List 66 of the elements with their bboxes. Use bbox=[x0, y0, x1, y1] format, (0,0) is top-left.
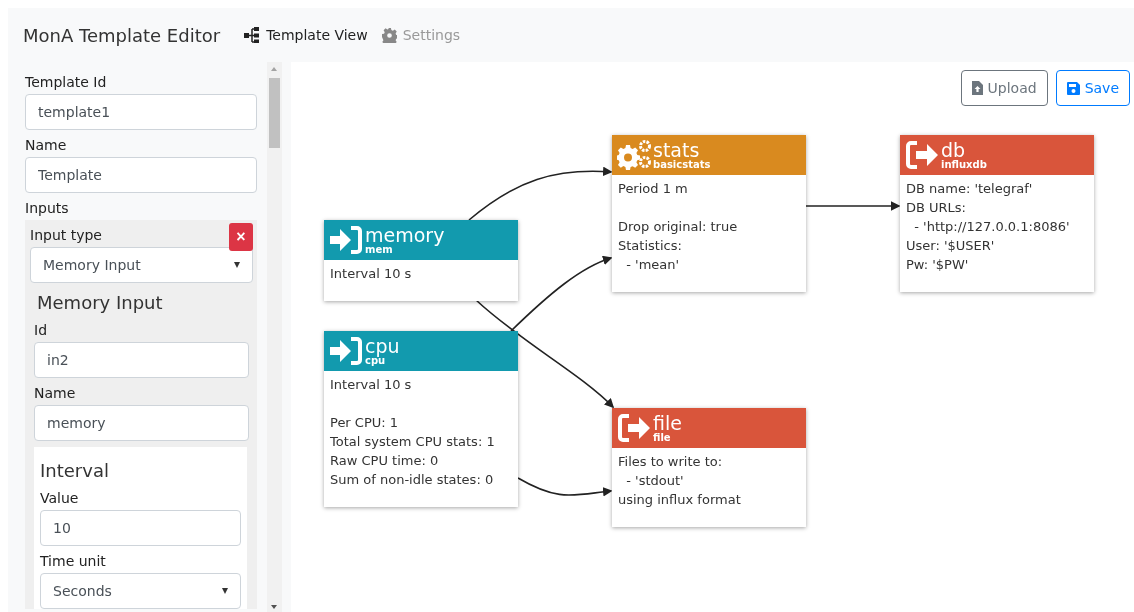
node-type: basicstats bbox=[653, 159, 711, 170]
input-field[interactable]: in2 bbox=[34, 342, 249, 378]
node-property: using influx format bbox=[618, 491, 742, 509]
dropdown-caret-icon bbox=[222, 588, 228, 594]
section-heading: Interval bbox=[40, 459, 110, 483]
node-property: Pw: '$PW' bbox=[906, 256, 970, 274]
app-title: MonA Template Editor bbox=[23, 24, 221, 46]
field-label: Id bbox=[34, 321, 47, 340]
node-property: Interval 10 s bbox=[330, 265, 413, 283]
field-label: Time unit bbox=[40, 552, 106, 571]
node-property: Interval 10 s bbox=[330, 376, 413, 394]
section-heading: Memory Input bbox=[37, 291, 164, 315]
field-label: Value bbox=[40, 489, 79, 508]
flow-node[interactable]: file file Files to write to: - 'stdout' using influx format bbox=[612, 408, 806, 527]
sign-in-icon bbox=[329, 225, 363, 255]
input-field[interactable]: 10 bbox=[40, 510, 241, 546]
node-type: file bbox=[653, 432, 672, 443]
settings-icon bbox=[381, 27, 397, 43]
node-property: DB URLs: bbox=[906, 199, 967, 217]
input-field[interactable]: template1 bbox=[25, 94, 257, 130]
node-title: db bbox=[941, 140, 966, 160]
node-type: influxdb bbox=[941, 159, 987, 170]
node-title: file bbox=[653, 413, 682, 433]
remove-button[interactable]: × bbox=[229, 223, 253, 251]
node-property: Raw CPU time: 0 bbox=[330, 452, 440, 470]
select-field[interactable]: Seconds bbox=[40, 573, 241, 609]
node-property: - 'mean' bbox=[625, 256, 681, 274]
node-title: memory bbox=[365, 225, 445, 245]
nav-link[interactable]: Template View bbox=[244, 27, 368, 43]
node-property: Statistics: bbox=[618, 237, 683, 255]
sign-out-icon bbox=[617, 413, 651, 443]
node-property: - 'stdout' bbox=[625, 472, 685, 490]
upload-button[interactable]: Upload bbox=[960, 70, 1048, 106]
node-property: DB name: 'telegraf' bbox=[906, 180, 1034, 198]
node-type: mem bbox=[365, 244, 393, 255]
flow-node[interactable]: db influxdb DB name: 'telegraf' DB URLs: - 'http://127.0.0.1:8086' User: '$USER' Pw: '$PW' bbox=[900, 135, 1094, 292]
sign-out-icon bbox=[905, 140, 939, 170]
node-type: cpu bbox=[365, 355, 386, 366]
node-property: Sum of non-idle states: 0 bbox=[330, 471, 495, 489]
section-label: Inputs bbox=[25, 199, 69, 218]
node-property: User: '$USER' bbox=[906, 237, 996, 255]
input-field[interactable]: Template bbox=[25, 157, 257, 193]
gears-icon bbox=[617, 140, 651, 170]
node-property: Total system CPU stats: 1 bbox=[330, 433, 496, 451]
node-title: cpu bbox=[365, 336, 400, 356]
node-property: - 'http://127.0.0.1:8086' bbox=[913, 218, 1071, 236]
node-property: Files to write to: bbox=[618, 453, 724, 471]
flow-node[interactable]: memory mem Interval 10 s bbox=[324, 220, 518, 301]
flow-node[interactable]: cpu cpu Interval 10 s Per CPU: 1 Total system CPU stats: 1 Raw CPU time: 0 Sum of non-idle states: 0 bbox=[324, 331, 518, 507]
field-label: Name bbox=[25, 136, 67, 155]
dropdown-caret-icon bbox=[234, 262, 240, 268]
input-field[interactable]: memory bbox=[34, 405, 249, 441]
node-title: stats bbox=[653, 140, 700, 160]
scrollbar[interactable] bbox=[267, 62, 282, 612]
field-label: Template Id bbox=[25, 73, 107, 92]
node-property: Drop original: true bbox=[618, 218, 739, 236]
node-property: Per CPU: 1 bbox=[330, 414, 400, 432]
file-upload-icon bbox=[971, 81, 983, 95]
save-button[interactable]: Save bbox=[1055, 70, 1130, 106]
sign-in-icon bbox=[329, 336, 363, 366]
flow-node[interactable]: stats basicstats Period 1 m Drop original: true Statistics: - 'mean' bbox=[612, 135, 806, 292]
field-label: Name bbox=[34, 384, 76, 403]
node-property: Period 1 m bbox=[618, 180, 689, 198]
tree-icon bbox=[244, 27, 261, 43]
select-field[interactable]: Memory Input bbox=[30, 247, 253, 283]
field-label: Input type bbox=[30, 226, 102, 245]
